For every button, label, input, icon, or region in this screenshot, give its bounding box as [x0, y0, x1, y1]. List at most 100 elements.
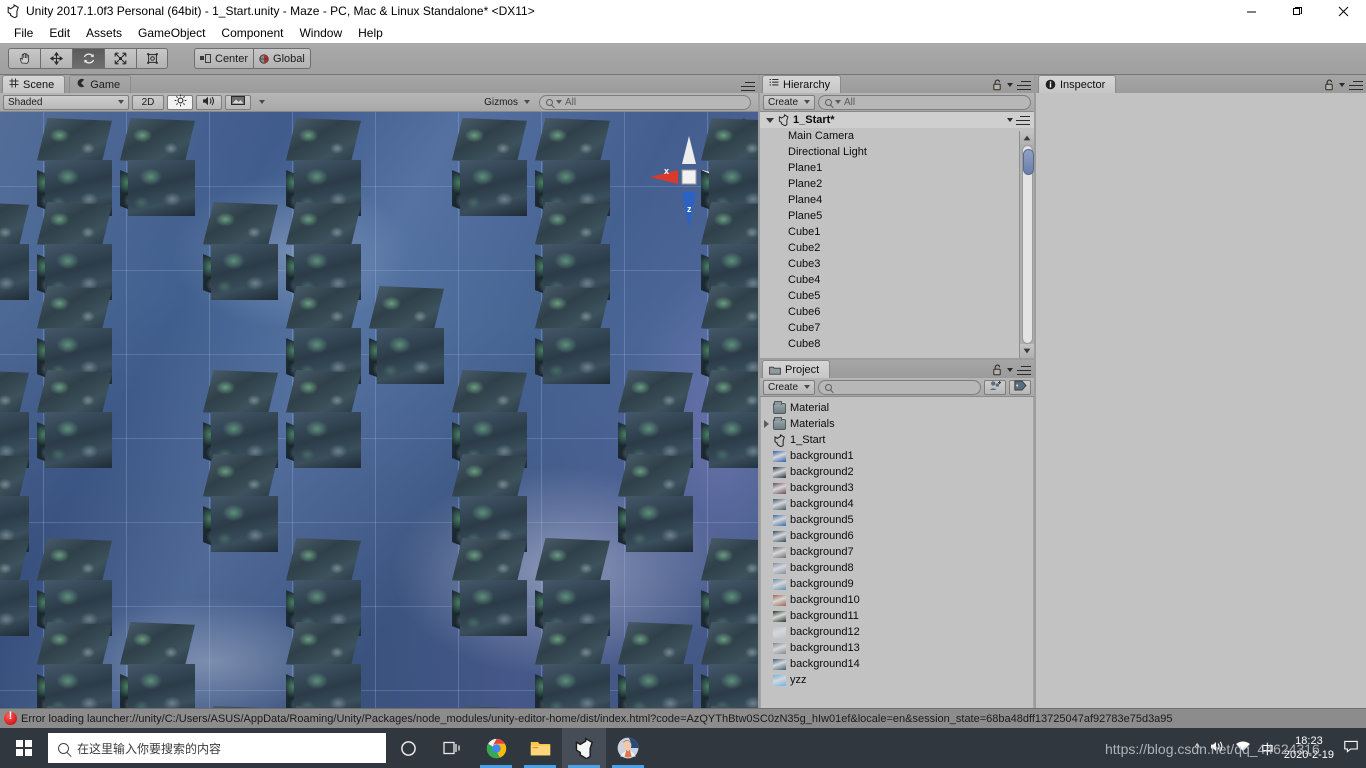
maze-cube[interactable]	[535, 538, 628, 622]
toggle-2d-button[interactable]: 2D	[132, 95, 164, 110]
maze-cube[interactable]	[286, 538, 379, 622]
maze-cube[interactable]	[701, 622, 758, 706]
chevron-right-icon[interactable]	[764, 420, 769, 428]
project-asset-item[interactable]: background2	[761, 464, 1033, 480]
maze-cube[interactable]	[452, 370, 545, 454]
start-button[interactable]	[0, 728, 48, 768]
qq-button[interactable]	[606, 728, 650, 768]
hierarchy-item[interactable]: Cube8	[760, 336, 1034, 352]
maze-cube[interactable]	[203, 202, 296, 286]
menu-assets[interactable]: Assets	[78, 24, 130, 42]
maze-cube[interactable]	[286, 202, 379, 286]
notification-icon[interactable]	[1344, 740, 1358, 756]
space-mode-button[interactable]: Global	[253, 48, 311, 69]
maze-cube[interactable]	[37, 202, 130, 286]
maze-cube[interactable]	[701, 706, 758, 708]
hierarchy-item[interactable]: Plane4	[760, 192, 1034, 208]
tab-project[interactable]: Project	[762, 360, 830, 378]
toggle-lighting-button[interactable]	[167, 95, 193, 110]
maze-cube[interactable]	[203, 706, 296, 708]
minimize-button[interactable]	[1228, 0, 1274, 22]
toggle-audio-button[interactable]	[196, 95, 222, 110]
project-asset-item[interactable]: background10	[761, 592, 1033, 608]
hierarchy-item[interactable]: Cube2	[760, 240, 1034, 256]
rotate-tool-button[interactable]	[72, 48, 104, 69]
chevron-down-icon[interactable]	[1007, 368, 1013, 372]
project-asset-item[interactable]: background3	[761, 480, 1033, 496]
project-asset-item[interactable]: background4	[761, 496, 1033, 512]
toggle-fx-button[interactable]	[225, 95, 251, 110]
scene-search-input[interactable]: All	[539, 95, 751, 110]
maze-cube[interactable]	[618, 454, 711, 538]
hierarchy-item[interactable]: Plane1	[760, 160, 1034, 176]
maze-cube[interactable]	[701, 286, 758, 370]
project-asset-item[interactable]: background1	[761, 448, 1033, 464]
chevron-down-icon[interactable]	[1007, 83, 1013, 87]
maze-cube[interactable]	[535, 118, 628, 202]
chevron-down-icon[interactable]	[766, 118, 774, 123]
maze-cube[interactable]	[701, 202, 758, 286]
hamburger-icon[interactable]	[1017, 81, 1031, 90]
hand-tool-button[interactable]	[8, 48, 40, 69]
hierarchy-item[interactable]: Main Camera	[760, 128, 1034, 144]
unlock-icon[interactable]	[992, 364, 1003, 376]
scene-viewport[interactable]: x z Persp	[0, 112, 758, 708]
project-asset-item[interactable]: background5	[761, 512, 1033, 528]
scale-tool-button[interactable]	[104, 48, 136, 69]
hamburger-icon[interactable]	[741, 82, 755, 91]
pivot-mode-button[interactable]: Center	[194, 48, 253, 69]
maze-cube[interactable]	[701, 538, 758, 622]
maze-cube[interactable]	[286, 370, 379, 454]
hierarchy-item[interactable]: Cube5	[760, 288, 1034, 304]
maze-cube[interactable]	[120, 118, 213, 202]
project-asset-item[interactable]: background7	[761, 544, 1033, 560]
scroll-down-arrow-icon[interactable]	[1020, 344, 1035, 358]
project-asset-item[interactable]: Materials	[761, 416, 1033, 432]
maze-cube[interactable]	[37, 286, 130, 370]
maze-cube[interactable]	[286, 286, 379, 370]
project-asset-item[interactable]: background8	[761, 560, 1033, 576]
maze-cube[interactable]	[452, 454, 545, 538]
filter-by-label-button[interactable]	[1009, 380, 1031, 395]
hierarchy-item[interactable]: Cube6	[760, 304, 1034, 320]
shading-mode-dropdown[interactable]: Shaded	[3, 95, 129, 110]
hamburger-icon[interactable]	[1017, 366, 1031, 375]
menu-component[interactable]: Component	[213, 24, 291, 42]
maze-cube[interactable]	[701, 118, 758, 202]
menu-window[interactable]: Window	[291, 24, 350, 42]
hierarchy-root-scene[interactable]: 1_Start*	[760, 112, 1034, 128]
scroll-track[interactable]	[1022, 145, 1033, 344]
tab-inspector[interactable]: Inspector	[1038, 75, 1116, 93]
file-explorer-button[interactable]	[518, 728, 562, 768]
hierarchy-item[interactable]: Cube7	[760, 320, 1034, 336]
project-asset-item[interactable]: background14	[761, 656, 1033, 672]
maze-cube[interactable]	[452, 706, 545, 708]
maze-cube[interactable]	[37, 370, 130, 454]
gizmos-dropdown[interactable]: Gizmos	[480, 95, 534, 110]
maze-cube[interactable]	[120, 622, 213, 706]
unlock-icon[interactable]	[1324, 79, 1335, 91]
project-asset-item[interactable]: yzz	[761, 672, 1033, 688]
maze-cube[interactable]	[203, 370, 296, 454]
chevron-down-icon[interactable]	[1007, 118, 1013, 122]
cortana-button[interactable]	[386, 728, 430, 768]
maze-cube[interactable]	[203, 454, 296, 538]
project-asset-item[interactable]: background11	[761, 608, 1033, 624]
maze-cube[interactable]	[535, 202, 628, 286]
maze-cube[interactable]	[701, 370, 758, 454]
maze-cube[interactable]	[37, 706, 130, 708]
hierarchy-item[interactable]: Plane2	[760, 176, 1034, 192]
maze-cube[interactable]	[37, 622, 130, 706]
fx-dropdown-button[interactable]	[254, 95, 270, 110]
menu-edit[interactable]: Edit	[41, 24, 78, 42]
hierarchy-create-button[interactable]: Create	[763, 95, 815, 110]
maze-cube[interactable]	[286, 622, 379, 706]
menu-help[interactable]: Help	[350, 24, 391, 42]
tab-scene[interactable]: Scene	[2, 75, 65, 93]
status-bar[interactable]: Error loading launcher://unity/C:/Users/…	[0, 708, 1366, 728]
taskbar-search-input[interactable]: 在这里输入你要搜索的内容	[48, 733, 386, 763]
maze-cube[interactable]	[369, 286, 462, 370]
project-asset-item[interactable]: background6	[761, 528, 1033, 544]
project-asset-item[interactable]: Material	[761, 400, 1033, 416]
close-button[interactable]	[1320, 0, 1366, 22]
